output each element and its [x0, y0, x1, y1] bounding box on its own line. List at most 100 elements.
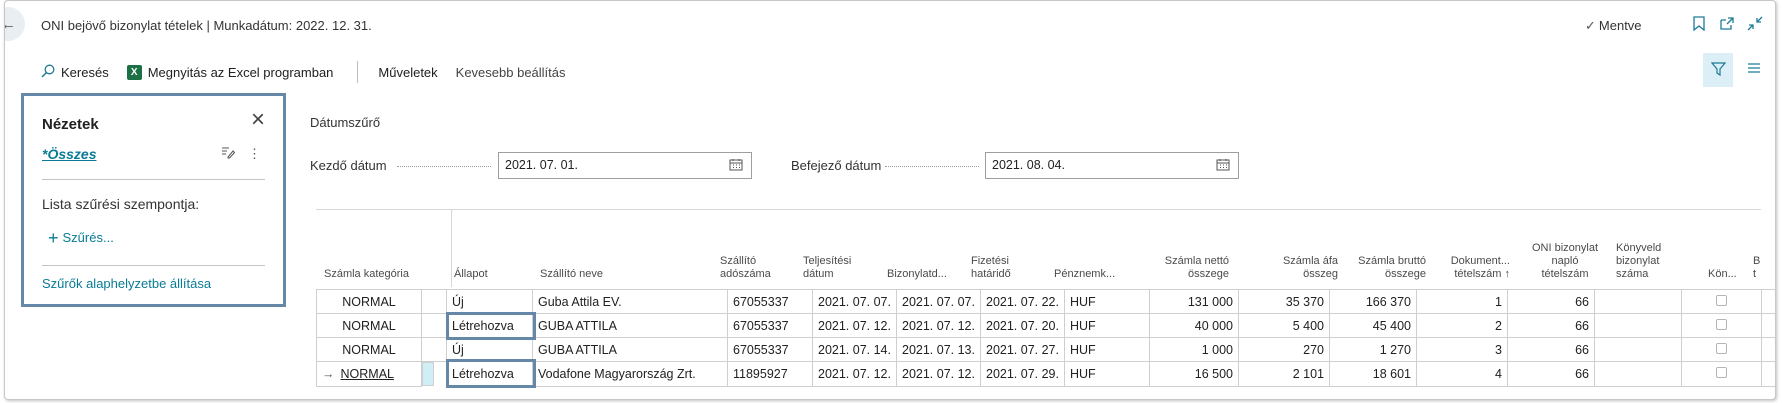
column-header-currency[interactable]: Pénznemk...: [1054, 209, 1124, 287]
filter-pane-toggle[interactable]: [1703, 53, 1733, 87]
cell-status[interactable]: Új: [446, 289, 533, 314]
cell-posted-document-no[interactable]: [1594, 289, 1682, 314]
cell-vendor-name[interactable]: Guba Attila EV.: [532, 289, 728, 314]
cell-due-date[interactable]: 2021. 07. 29.: [980, 361, 1065, 387]
more-options-icon[interactable]: ⋮: [248, 146, 261, 162]
cell-net-amount[interactable]: 40 000: [1149, 313, 1239, 338]
column-header-performance-date[interactable]: Teljesítési dátum: [803, 209, 863, 287]
cell-posted-document-no[interactable]: [1594, 337, 1682, 362]
cell-posted[interactable]: [1681, 337, 1762, 362]
cell-document-line-no[interactable]: 1: [1416, 289, 1508, 314]
posted-checkbox[interactable]: [1716, 294, 1727, 306]
cell-gross-amount[interactable]: 1 270: [1329, 337, 1417, 362]
cell-vat-amount[interactable]: 35 370: [1238, 289, 1330, 314]
cell-performance-date[interactable]: 2021. 07. 12.: [812, 361, 897, 387]
edit-view-icon[interactable]: [221, 146, 236, 162]
column-header-vendor-name[interactable]: Szállító neve: [540, 209, 710, 287]
cell-oni-journal-line-no[interactable]: 66: [1507, 361, 1595, 387]
end-date-field[interactable]: 2021. 08. 04.: [985, 152, 1239, 179]
cell-currency[interactable]: HUF: [1064, 289, 1150, 314]
table-row[interactable]: NORMAL Új GUBA ATTILA 67055337 2021. 07. 14.…: [316, 337, 1775, 362]
cell-vendor-tax-id[interactable]: 11895927: [727, 361, 813, 387]
row-actions-cell[interactable]: ⋮: [422, 362, 434, 386]
column-header-posted[interactable]: Kön...: [1708, 209, 1748, 287]
cell-currency[interactable]: HUF: [1064, 361, 1150, 387]
row-actions-cell[interactable]: [421, 313, 447, 338]
search-button[interactable]: Keresés: [41, 64, 109, 81]
cell-due-date[interactable]: 2021. 07. 20.: [980, 313, 1065, 338]
cell-posted[interactable]: [1681, 361, 1762, 387]
cell-vendor-tax-id[interactable]: 67055337: [727, 289, 813, 314]
cell-vat-amount[interactable]: 5 400: [1238, 313, 1330, 338]
column-header-due-date[interactable]: Fizetési határidő: [971, 209, 1031, 287]
posted-checkbox[interactable]: [1716, 342, 1727, 354]
fewer-options-button[interactable]: Kevesebb beállítás: [456, 65, 566, 80]
reset-filters-link[interactable]: Szűrők alaphelyzetbe állítása: [42, 276, 211, 291]
cell-document-date[interactable]: 2021. 07. 13.: [896, 337, 981, 362]
cell-posted[interactable]: [1681, 289, 1762, 314]
row-actions-cell[interactable]: [421, 289, 447, 314]
cell-status[interactable]: Létrehozva: [446, 313, 533, 338]
bookmark-icon[interactable]: [1693, 16, 1705, 34]
cell-oni-journal-line-no[interactable]: 66: [1507, 337, 1595, 362]
cell-vendor-name[interactable]: GUBA ATTILA: [532, 313, 728, 338]
cell-status[interactable]: Létrehozva: [446, 361, 533, 387]
column-header-document-line-no[interactable]: Dokument... tételszám ↑: [1432, 209, 1510, 287]
more-options-icon[interactable]: ⋮: [428, 367, 433, 382]
cell-document-date[interactable]: 2021. 07. 07.: [896, 289, 981, 314]
cell-oni-journal-line-no[interactable]: 66: [1507, 313, 1595, 338]
column-header-truncated[interactable]: B t: [1753, 209, 1761, 287]
column-header-status[interactable]: Állapot: [454, 209, 526, 287]
cell-vendor-name[interactable]: Vodafone Magyarország Zrt.: [532, 361, 728, 387]
cell-oni-journal-line-no[interactable]: 66: [1507, 289, 1595, 314]
table-row[interactable]: →NORMAL ⋮ LétrehozvaVodafone Magyarország …: [316, 361, 1775, 387]
cell-category[interactable]: NORMAL: [316, 289, 422, 314]
cell-document-date[interactable]: 2021. 07. 12.: [896, 313, 981, 338]
column-header-vat-amount[interactable]: Számla áfa összeg: [1268, 209, 1338, 287]
calendar-icon[interactable]: [1216, 158, 1230, 174]
collapse-icon[interactable]: [1747, 16, 1763, 34]
cell-category[interactable]: → NORMAL: [316, 361, 422, 387]
cell-posted-document-no[interactable]: [1594, 313, 1682, 338]
table-row[interactable]: NORMAL Új Guba Attila EV. 67055337 2021. 07.…: [316, 289, 1775, 314]
column-header-category[interactable]: Számla kategória: [316, 209, 417, 287]
cell-vendor-name[interactable]: GUBA ATTILA: [532, 337, 728, 362]
cell-net-amount[interactable]: 1 000: [1149, 337, 1239, 362]
cell-performance-date[interactable]: 2021. 07. 07.: [812, 289, 897, 314]
column-header-vendor-tax-id[interactable]: Szállító adószáma: [720, 209, 786, 287]
column-header-net-amount[interactable]: Számla nettó összege: [1149, 209, 1229, 287]
cell-document-line-no[interactable]: 3: [1416, 337, 1508, 362]
column-header-gross-amount[interactable]: Számla bruttó összege: [1346, 209, 1426, 287]
cell-gross-amount[interactable]: 18 601: [1329, 361, 1417, 387]
start-date-field[interactable]: 2021. 07. 01.: [498, 152, 752, 179]
cell-document-date[interactable]: 2021. 07. 12.: [896, 361, 981, 387]
cell-performance-date[interactable]: 2021. 07. 12.: [812, 313, 897, 338]
cell-posted-document-no[interactable]: [1594, 361, 1682, 387]
cell-vendor-tax-id[interactable]: 67055337: [727, 337, 813, 362]
posted-checkbox[interactable]: [1716, 318, 1727, 330]
cell-vat-amount[interactable]: 2 101: [1238, 361, 1330, 387]
cell-document-line-no[interactable]: 4: [1416, 361, 1508, 387]
cell-due-date[interactable]: 2021. 07. 22.: [980, 289, 1065, 314]
cell-gross-amount[interactable]: 166 370: [1329, 289, 1417, 314]
open-in-excel-button[interactable]: X Megnyitás az Excel programban: [126, 64, 333, 80]
cell-vat-amount[interactable]: 270: [1238, 337, 1330, 362]
column-header-oni-journal-line-no[interactable]: ONI bizonylat napló tételszám: [1529, 209, 1601, 287]
cell-document-line-no[interactable]: 2: [1416, 313, 1508, 338]
row-actions-cell[interactable]: [421, 337, 447, 362]
add-filter-button[interactable]: + Szűrés...: [48, 228, 114, 249]
open-new-window-icon[interactable]: [1719, 16, 1735, 34]
list-view-toggle[interactable]: [1747, 61, 1761, 77]
actions-menu-button[interactable]: Műveletek: [378, 65, 437, 80]
column-header-posted-document-no[interactable]: Könyveld bizonylat száma: [1616, 209, 1676, 287]
cell-posted[interactable]: [1681, 313, 1762, 338]
table-row[interactable]: NORMAL Létrehozva GUBA ATTILA 67055337 2021.…: [316, 313, 1775, 338]
posted-checkbox[interactable]: [1716, 366, 1727, 378]
cell-category[interactable]: NORMAL: [316, 337, 422, 362]
cell-gross-amount[interactable]: 45 400: [1329, 313, 1417, 338]
close-icon[interactable]: ×: [251, 108, 265, 132]
cell-performance-date[interactable]: 2021. 07. 14.: [812, 337, 897, 362]
cell-currency[interactable]: HUF: [1064, 313, 1150, 338]
cell-vendor-tax-id[interactable]: 67055337: [727, 313, 813, 338]
cell-net-amount[interactable]: 16 500: [1149, 361, 1239, 387]
